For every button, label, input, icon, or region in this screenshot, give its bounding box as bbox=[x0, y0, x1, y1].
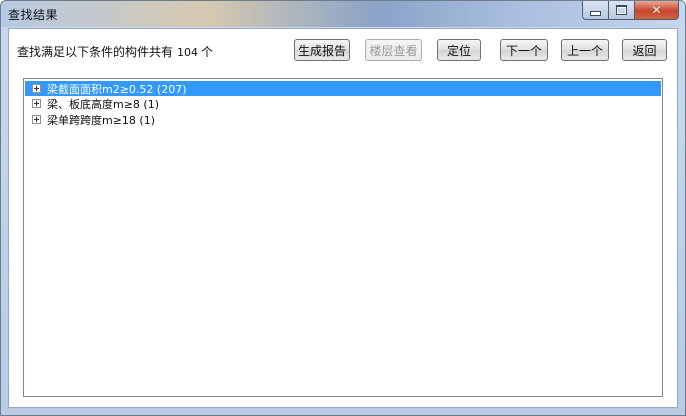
summary-text: 查找满足以下条件的构件共有 bbox=[17, 45, 174, 59]
close-button[interactable]: ✕ bbox=[635, 1, 679, 20]
next-button[interactable]: 下一个 bbox=[500, 39, 548, 61]
tree-item-beam-slab-bottom-height[interactable]: 梁、板底高度m≥8 (1) bbox=[25, 96, 159, 111]
plus-box-icon[interactable] bbox=[32, 99, 41, 108]
dialog-body: 查找满足以下条件的构件共有 104 个 生成报告 楼层查看 定位 下一个 上一个 返… bbox=[8, 28, 678, 408]
window-controls: ✕ bbox=[582, 1, 679, 20]
result-summary: 查找满足以下条件的构件共有 104 个 bbox=[17, 43, 213, 60]
minimize-button[interactable] bbox=[582, 1, 609, 20]
tree-item-label: 梁截面面积m2≥0.52 (207) bbox=[47, 82, 187, 96]
tree-item-beam-single-span[interactable]: 梁单跨跨度m≥18 (1) bbox=[25, 112, 155, 127]
locate-button[interactable]: 定位 bbox=[437, 39, 481, 61]
tree-item-label: 梁单跨跨度m≥18 (1) bbox=[47, 113, 156, 127]
previous-button[interactable]: 上一个 bbox=[561, 39, 609, 61]
results-tree[interactable]: 梁截面面积m2≥0.52 (207) 梁、板底高度m≥8 (1) 梁单跨跨度m≥… bbox=[23, 78, 663, 397]
plus-box-icon[interactable] bbox=[32, 84, 41, 93]
title-bar[interactable]: 查找结果 ✕ bbox=[1, 1, 685, 27]
result-count: 104 bbox=[177, 46, 199, 59]
close-icon: ✕ bbox=[651, 3, 662, 17]
maximize-icon bbox=[616, 5, 627, 15]
back-button[interactable]: 返回 bbox=[622, 39, 667, 61]
find-results-window: 查找结果 ✕ 查找满足以下条件的构件共有 104 个 生成报告 楼层查看 定位 下一… bbox=[0, 0, 686, 416]
tree-item-label: 梁、板底高度m≥8 (1) bbox=[47, 97, 160, 111]
window-title: 查找结果 bbox=[8, 8, 59, 22]
floor-view-button[interactable]: 楼层查看 bbox=[365, 39, 422, 61]
tree-item-beam-section-area[interactable]: 梁截面面积m2≥0.52 (207) bbox=[25, 81, 661, 96]
generate-report-button[interactable]: 生成报告 bbox=[294, 39, 350, 61]
minimize-icon bbox=[590, 10, 601, 16]
maximize-button[interactable] bbox=[609, 1, 635, 20]
plus-box-icon[interactable] bbox=[32, 115, 41, 124]
result-unit: 个 bbox=[201, 45, 214, 59]
